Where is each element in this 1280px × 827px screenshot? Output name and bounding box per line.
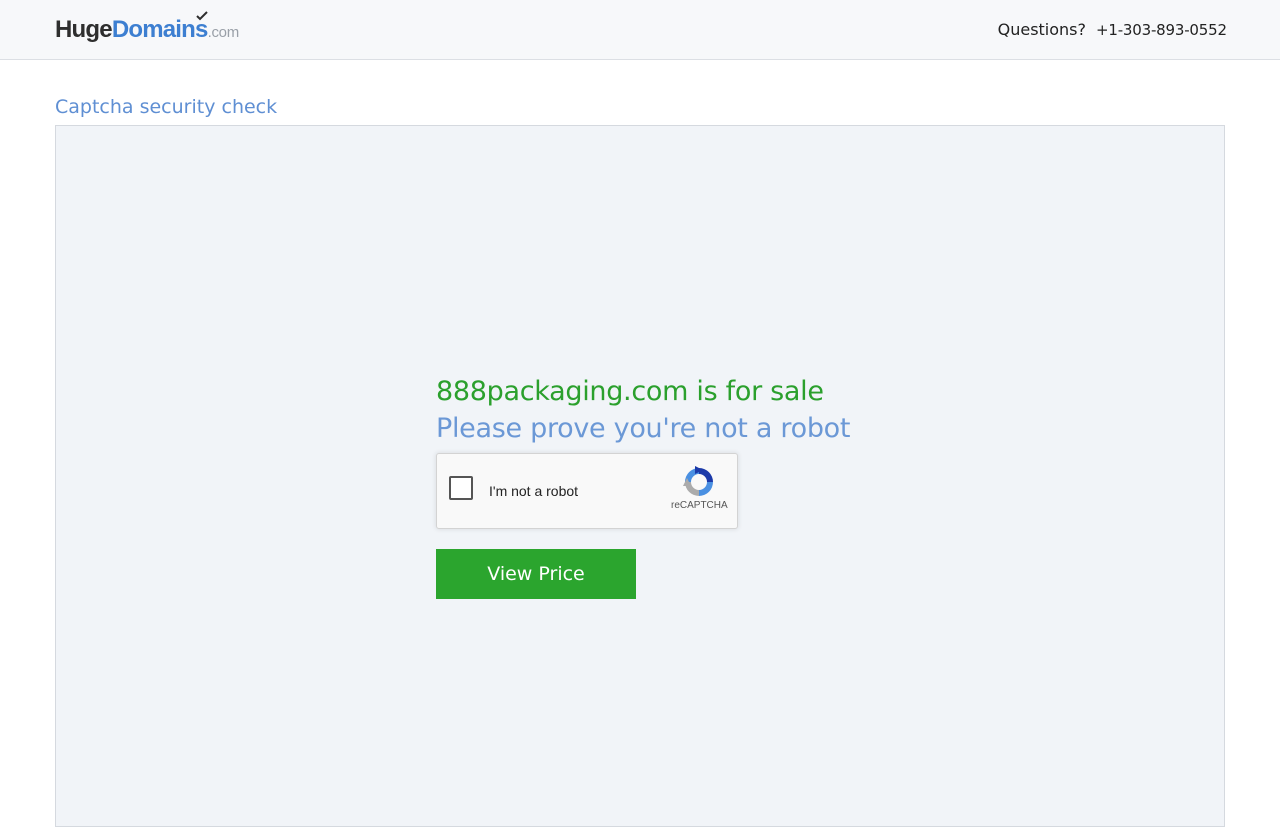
sale-heading: 888packaging.com is for sale — [436, 376, 824, 407]
hugedomains-logo[interactable]: HugeDomains .com — [55, 11, 240, 45]
logo-domains-label: Domains — [111, 16, 209, 43]
phone-number[interactable]: +1-303-893-0552 — [1096, 19, 1227, 41]
recaptcha-brand: reCAPTCHA — [671, 500, 728, 511]
recaptcha-checkbox-label: I'm not a robot — [489, 483, 579, 499]
logo-check-icon — [196, 11, 208, 21]
logo-huge-text: Huge — [55, 16, 113, 43]
view-price-button[interactable]: View Price — [436, 549, 636, 599]
recaptcha-logo-icon — [683, 466, 713, 496]
site-header: HugeDomains .com Questions? +1-303-893-05… — [0, 0, 1280, 60]
recaptcha-checkbox[interactable] — [449, 476, 473, 500]
recaptcha-widget: I'm not a robot reCAPTCHA — [436, 453, 738, 529]
section-title: Captcha security check — [55, 96, 278, 118]
questions-label: Questions? — [997, 20, 1086, 39]
logo-tld-text: .com — [207, 24, 240, 41]
logo-domains-text: Domains — [111, 11, 209, 43]
robot-heading: Please prove you're not a robot — [436, 413, 851, 444]
